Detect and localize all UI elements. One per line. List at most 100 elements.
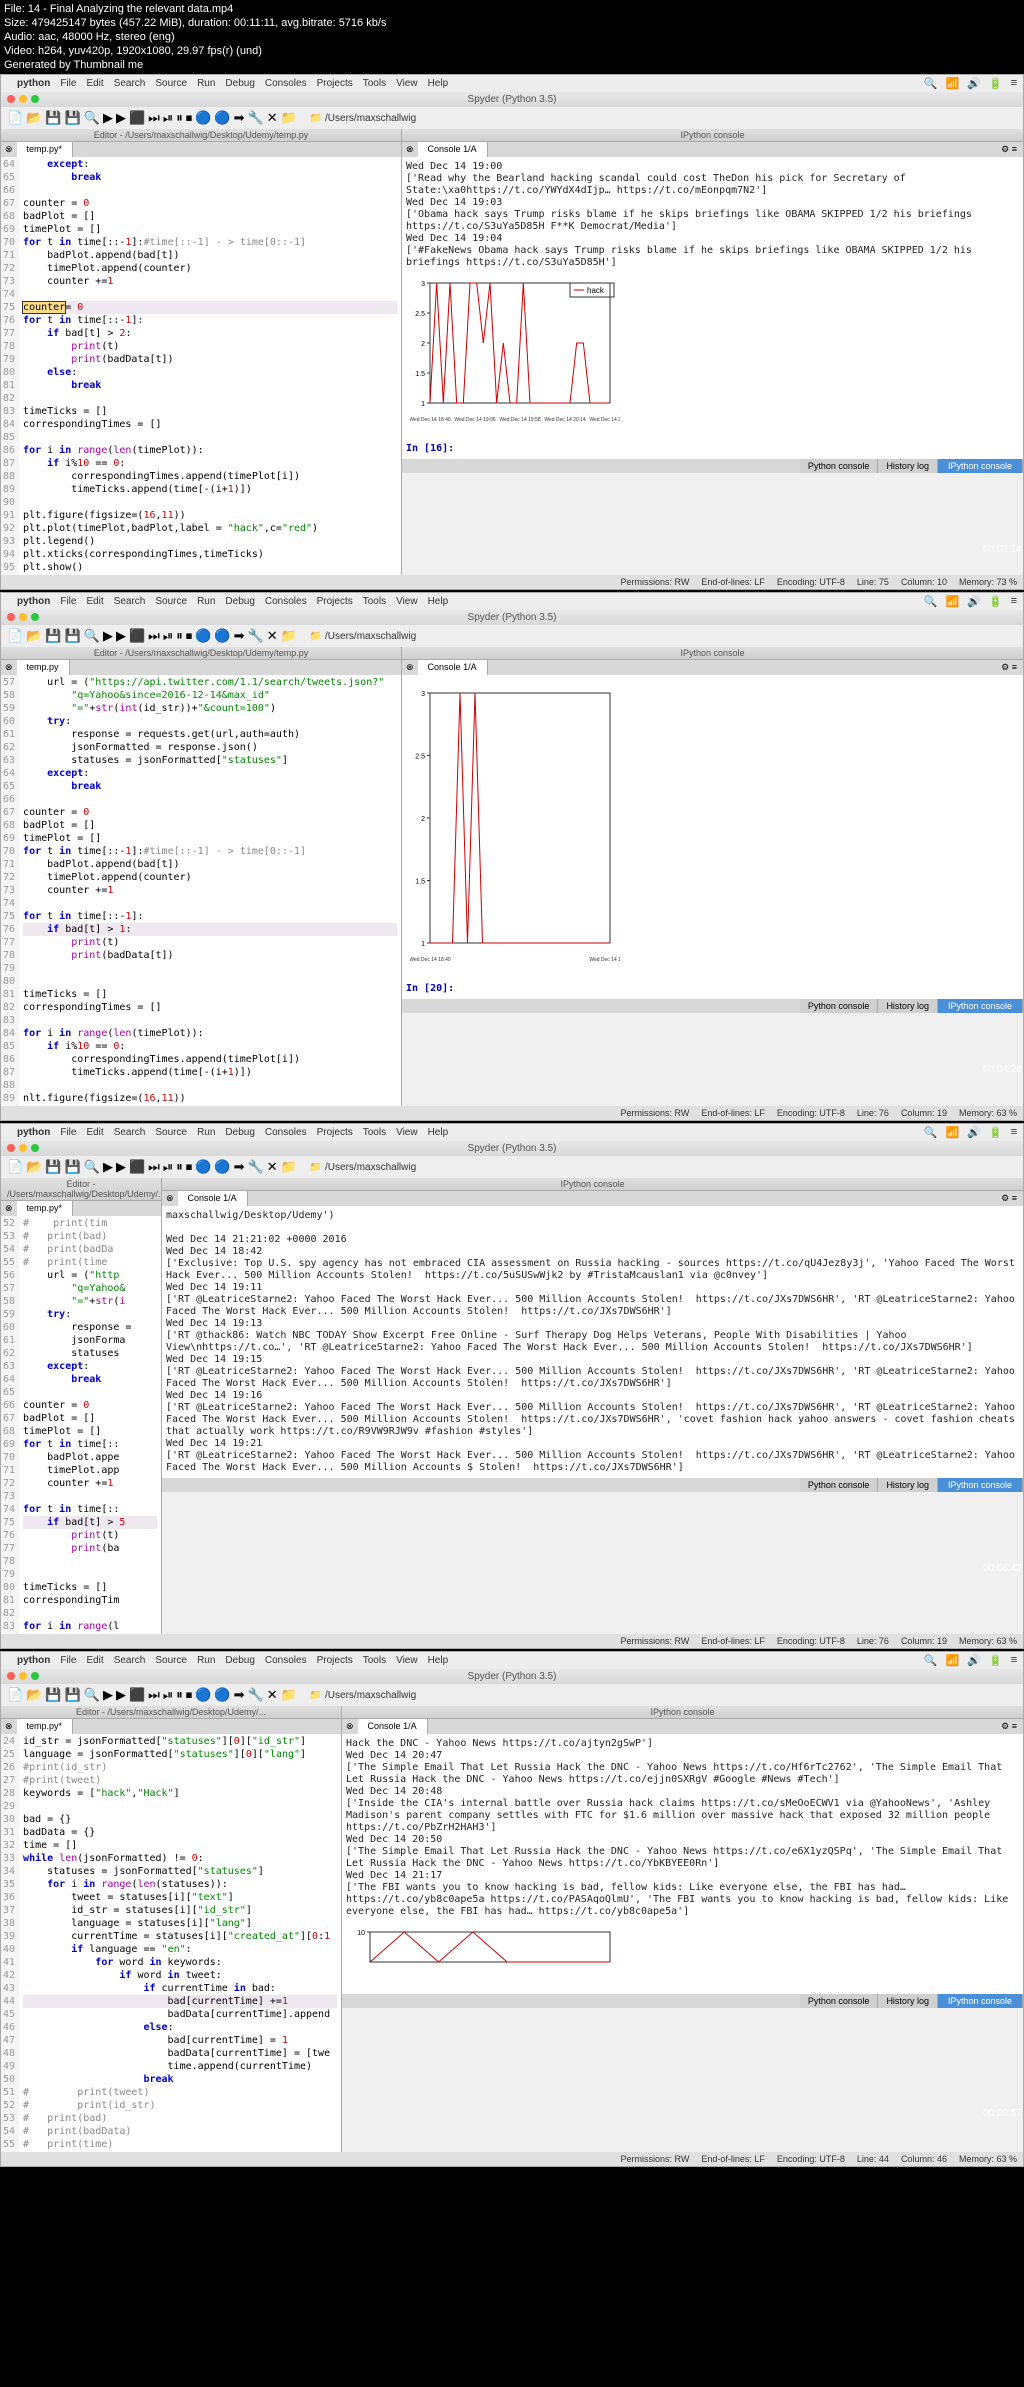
- tab-close-icon[interactable]: ⊗: [1, 142, 17, 157]
- menu-tools[interactable]: Tools: [363, 1655, 386, 1666]
- toolbar-icon-13[interactable]: 🔵: [214, 1687, 230, 1703]
- menu-source[interactable]: Source: [155, 1127, 187, 1138]
- close-icon[interactable]: [7, 1144, 15, 1152]
- minimize-icon[interactable]: [19, 95, 27, 103]
- menu-search[interactable]: Search: [114, 1127, 146, 1138]
- history-log-tab[interactable]: History log: [878, 1994, 938, 2008]
- toolbar-icon-10[interactable]: ⏸: [176, 1159, 183, 1175]
- working-dir[interactable]: 📁 /Users/maxschallwig: [310, 1690, 416, 1701]
- menu-file[interactable]: File: [60, 78, 76, 89]
- console-output[interactable]: 11.522.53Wed Dec 14 18:40Wed Dec 14 19:4…: [402, 675, 1023, 999]
- code-editor[interactable]: 2425262728293031323334353637383940414243…: [1, 1734, 341, 2152]
- maximize-icon[interactable]: [31, 1672, 39, 1680]
- toolbar-icon-8[interactable]: ⏭: [148, 628, 160, 644]
- console-output[interactable]: Hack the DNC - Yahoo News https://t.co/a…: [342, 1734, 1023, 1994]
- console-tab[interactable]: Console 1/A: [178, 1191, 248, 1206]
- console-options-icon[interactable]: ⚙ ≡: [995, 142, 1023, 157]
- menu-debug[interactable]: Debug: [225, 1127, 254, 1138]
- toolbar-icon-11[interactable]: ⏹: [186, 110, 193, 126]
- code-editor[interactable]: 5758596061626364656667686970717273747576…: [1, 675, 401, 1106]
- toolbar-icon-16[interactable]: ✕: [267, 628, 278, 644]
- toolbar-icon-12[interactable]: 🔵: [195, 1159, 211, 1175]
- menu-edit[interactable]: Edit: [86, 596, 103, 607]
- working-dir[interactable]: 📁 /Users/maxschallwig: [310, 1162, 416, 1173]
- wifi-icon[interactable]: 📶: [945, 1126, 959, 1139]
- menu-icon[interactable]: ≡: [1011, 1654, 1017, 1667]
- ipython-console-tab[interactable]: IPython console: [938, 999, 1023, 1013]
- toolbar-icon-10[interactable]: ⏸: [176, 628, 183, 644]
- toolbar-icon-3[interactable]: 💾: [65, 628, 81, 644]
- toolbar-icon-0[interactable]: 📄: [7, 1687, 23, 1703]
- spotlight-icon[interactable]: 🔍: [924, 595, 938, 608]
- menu-source[interactable]: Source: [155, 1655, 187, 1666]
- menu-projects[interactable]: Projects: [317, 78, 353, 89]
- maximize-icon[interactable]: [31, 613, 39, 621]
- menu-view[interactable]: View: [396, 596, 418, 607]
- menu-run[interactable]: Run: [197, 1127, 215, 1138]
- toolbar-icon-3[interactable]: 💾: [65, 110, 81, 126]
- toolbar-icon-5[interactable]: ▶: [103, 1687, 113, 1703]
- python-console-tab[interactable]: Python console: [800, 999, 879, 1013]
- menu-run[interactable]: Run: [197, 596, 215, 607]
- toolbar-icon-14[interactable]: ➡: [234, 628, 245, 644]
- toolbar-icon-9[interactable]: ⏯: [163, 628, 173, 644]
- toolbar-icon-7[interactable]: ⬛: [129, 1687, 145, 1703]
- console-output[interactable]: maxschallwig/Desktop/Udemy') Wed Dec 14 …: [162, 1206, 1023, 1478]
- toolbar-icon-5[interactable]: ▶: [103, 1159, 113, 1175]
- menu-source[interactable]: Source: [155, 78, 187, 89]
- volume-icon[interactable]: 🔊: [967, 1126, 981, 1139]
- tab-close-icon[interactable]: ⊗: [402, 660, 418, 675]
- menu-source[interactable]: Source: [155, 596, 187, 607]
- toolbar-icon-2[interactable]: 💾: [45, 110, 61, 126]
- menu-help[interactable]: Help: [428, 78, 449, 89]
- menu-projects[interactable]: Projects: [317, 1655, 353, 1666]
- console-tab[interactable]: Console 1/A: [418, 660, 488, 675]
- menu-edit[interactable]: Edit: [86, 1655, 103, 1666]
- code-content[interactable]: except: break counter = 0badPlot = []tim…: [19, 157, 401, 575]
- menu-tools[interactable]: Tools: [363, 78, 386, 89]
- spotlight-icon[interactable]: 🔍: [924, 1126, 938, 1139]
- toolbar-icon-15[interactable]: 🔧: [248, 628, 264, 644]
- menu-help[interactable]: Help: [428, 596, 449, 607]
- toolbar-icon-16[interactable]: ✕: [267, 1159, 278, 1175]
- toolbar-icon-10[interactable]: ⏸: [176, 1687, 183, 1703]
- toolbar-icon-4[interactable]: 🔍: [84, 628, 100, 644]
- ipython-console-tab[interactable]: IPython console: [938, 1994, 1023, 2008]
- toolbar-icon-7[interactable]: ⬛: [129, 110, 145, 126]
- minimize-icon[interactable]: [19, 613, 27, 621]
- wifi-icon[interactable]: 📶: [945, 595, 959, 608]
- tab-close-icon[interactable]: ⊗: [342, 1719, 358, 1734]
- menu-run[interactable]: Run: [197, 1655, 215, 1666]
- menu-view[interactable]: View: [396, 1655, 418, 1666]
- menu-search[interactable]: Search: [114, 596, 146, 607]
- toolbar-icon-6[interactable]: ▶: [116, 1159, 126, 1175]
- toolbar-icon-12[interactable]: 🔵: [195, 1687, 211, 1703]
- toolbar-icon-15[interactable]: 🔧: [248, 1159, 264, 1175]
- toolbar-icon-2[interactable]: 💾: [45, 628, 61, 644]
- menu-file[interactable]: File: [60, 1127, 76, 1138]
- tab-close-icon[interactable]: ⊗: [162, 1191, 178, 1206]
- toolbar-icon-8[interactable]: ⏭: [148, 110, 160, 126]
- toolbar-icon-17[interactable]: 📁: [281, 1159, 297, 1175]
- menu-view[interactable]: View: [396, 78, 418, 89]
- toolbar-icon-2[interactable]: 💾: [45, 1159, 61, 1175]
- tab-close-icon[interactable]: ⊗: [1, 1719, 17, 1734]
- toolbar-icon-9[interactable]: ⏯: [163, 110, 173, 126]
- working-dir[interactable]: 📁 /Users/maxschallwig: [310, 113, 416, 124]
- toolbar-icon-4[interactable]: 🔍: [84, 1687, 100, 1703]
- wifi-icon[interactable]: 📶: [945, 77, 959, 90]
- volume-icon[interactable]: 🔊: [967, 595, 981, 608]
- toolbar-icon-12[interactable]: 🔵: [195, 110, 211, 126]
- toolbar-icon-14[interactable]: ➡: [234, 1687, 245, 1703]
- menu-file[interactable]: File: [60, 1655, 76, 1666]
- minimize-icon[interactable]: [19, 1144, 27, 1152]
- close-icon[interactable]: [7, 1672, 15, 1680]
- tab-close-icon[interactable]: ⊗: [1, 1201, 17, 1216]
- menu-consoles[interactable]: Consoles: [265, 1655, 307, 1666]
- menu-run[interactable]: Run: [197, 78, 215, 89]
- history-log-tab[interactable]: History log: [878, 459, 938, 473]
- toolbar-icon-6[interactable]: ▶: [116, 110, 126, 126]
- menu-debug[interactable]: Debug: [225, 78, 254, 89]
- battery-icon[interactable]: 🔋: [989, 77, 1003, 90]
- toolbar-icon-17[interactable]: 📁: [281, 1687, 297, 1703]
